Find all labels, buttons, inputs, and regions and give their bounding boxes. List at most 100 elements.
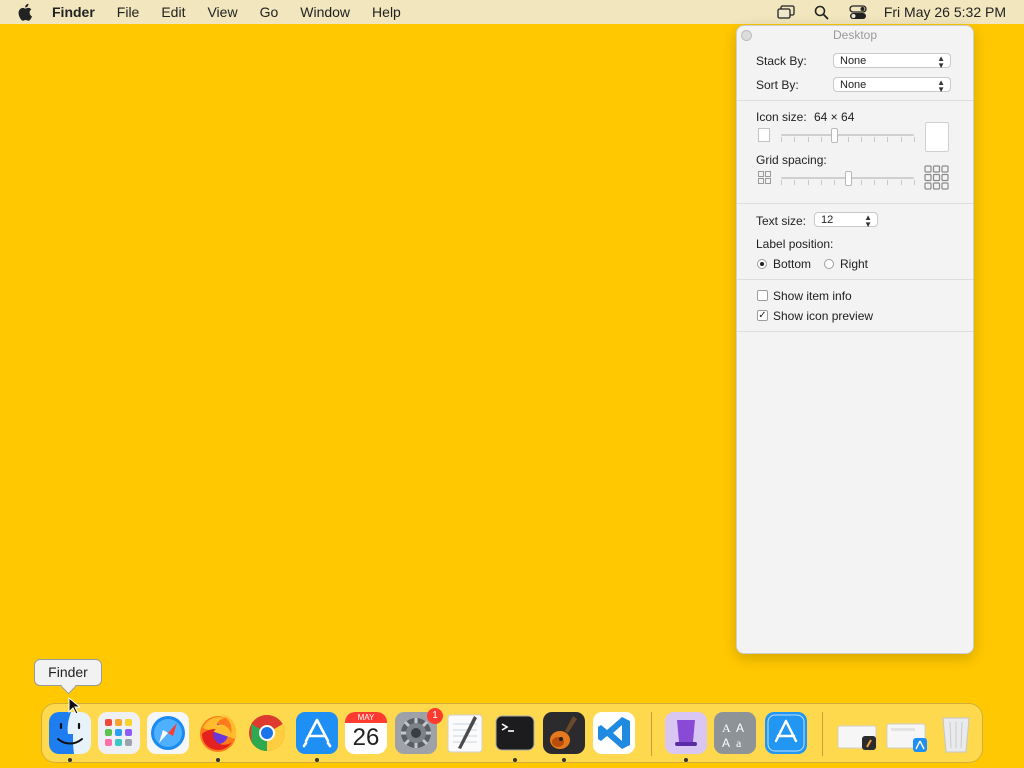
menu-window[interactable]: Window [300, 4, 350, 20]
slider-tick [901, 180, 902, 185]
icon-size-label: Icon size: [756, 110, 807, 124]
sort-by-value: None [840, 79, 867, 91]
trash-icon[interactable] [935, 712, 977, 754]
slider-tick [874, 180, 875, 185]
font-book-icon[interactable]: AAAa [714, 712, 756, 754]
grid-spacing-slider-knob[interactable] [845, 171, 852, 186]
slider-tick [887, 137, 888, 142]
slider-tick [874, 137, 875, 142]
menu-file[interactable]: File [117, 4, 140, 20]
close-button[interactable] [741, 30, 752, 41]
bbedit-running-dot [684, 758, 688, 762]
small-icon-icon [758, 128, 770, 142]
wide-grid-icon [924, 165, 949, 193]
slider-tick [848, 137, 849, 142]
text-size-popup[interactable]: 12 ▲ ▼ [814, 212, 878, 229]
stack-sort-section: Stack By: None ▲ ▼ Sort By: None ▲ ▼ [737, 46, 973, 101]
slider-tick [808, 180, 809, 185]
slider-tick [914, 180, 915, 185]
bbedit-icon[interactable] [665, 712, 707, 754]
icon-size-slider-knob[interactable] [831, 128, 838, 143]
slider-tick [821, 180, 822, 185]
garageband-icon[interactable] [543, 712, 585, 754]
calendar-day: 26 [352, 724, 380, 751]
show-item-info-label[interactable]: Show item info [773, 289, 852, 303]
system-settings-icon[interactable]: 1 [395, 708, 443, 754]
apple-menu-icon[interactable] [18, 3, 36, 21]
panel-title: Desktop [832, 28, 878, 42]
checkbox-section: Show item info ✓ Show icon preview [737, 280, 973, 332]
stack-by-popup[interactable]: None ▲ ▼ [833, 53, 951, 70]
safari-icon[interactable] [147, 712, 189, 754]
terminal-icon[interactable] [494, 712, 536, 754]
slider-tick [901, 137, 902, 142]
slider-tick [794, 137, 795, 142]
slider-tick [861, 180, 862, 185]
app-store-icon[interactable] [296, 712, 338, 754]
firefox-icon[interactable] [197, 712, 239, 754]
mouse-cursor-icon [68, 697, 80, 715]
slider-tick [821, 137, 822, 142]
screen-mirroring-icon[interactable] [776, 4, 796, 20]
tight-grid-icon [758, 171, 771, 187]
calendar-month: MAY [345, 712, 387, 723]
stack-by-value: None [840, 55, 867, 67]
menu-bar: Finder File Edit View Go Window Help Fri… [0, 0, 1024, 24]
sort-by-popup[interactable]: None ▲ ▼ [833, 77, 951, 94]
svg-text:A: A [722, 721, 731, 735]
app-store-running-dot [315, 758, 319, 762]
menubar-status-area: Fri May 26 5:32 PM [776, 0, 1006, 24]
icon-size-slider-track[interactable] [781, 134, 914, 136]
text-size-value: 12 [821, 214, 834, 226]
calendar-icon[interactable]: MAY 26 [345, 712, 387, 754]
dock-tooltip: Finder [34, 659, 102, 686]
launchpad-icon[interactable] [98, 712, 140, 754]
stack-by-label: Stack By: [756, 54, 807, 68]
spotlight-search-icon[interactable] [812, 4, 832, 20]
show-icon-preview-label[interactable]: Show icon preview [773, 309, 873, 323]
dock-divider [651, 712, 652, 756]
slider-tick [781, 137, 782, 142]
menu-edit[interactable]: Edit [161, 4, 185, 20]
dock-divider-2 [822, 712, 823, 756]
slider-tick [781, 180, 782, 185]
vscode-icon[interactable] [593, 712, 635, 754]
menu-app-finder[interactable]: Finder [52, 4, 95, 20]
panel-titlebar: Desktop [737, 26, 973, 46]
menubar-clock[interactable]: Fri May 26 5:32 PM [884, 4, 1006, 20]
slider-tick [794, 180, 795, 185]
textedit-icon[interactable] [444, 712, 486, 754]
finder-running-dot [68, 758, 72, 762]
svg-text:A: A [722, 736, 730, 750]
grid-spacing-label: Grid spacing: [756, 153, 827, 167]
size-spacing-section: Icon size: 64 × 64 Grid spacing: [737, 101, 973, 204]
downloads-stack-icon[interactable] [836, 712, 878, 754]
notification-badge: 1 [427, 708, 443, 724]
applications-stack-icon[interactable] [885, 712, 927, 754]
firefox-running-dot [216, 758, 220, 762]
menu-view[interactable]: View [207, 4, 237, 20]
label-right-radio[interactable] [824, 259, 834, 269]
slider-tick [914, 137, 915, 142]
text-label-section: Text size: 12 ▲ ▼ Label position: Bottom … [737, 204, 973, 280]
finder-icon[interactable] [49, 712, 91, 754]
show-icon-preview-checkbox[interactable]: ✓ [757, 310, 768, 321]
label-bottom-text[interactable]: Bottom [773, 257, 811, 271]
label-right-text[interactable]: Right [840, 257, 868, 271]
show-item-info-checkbox[interactable] [757, 290, 768, 301]
control-center-icon[interactable] [848, 4, 868, 20]
svg-text:A: A [736, 721, 744, 735]
popup-arrows-icon: ▲ ▼ [864, 212, 872, 229]
chrome-icon[interactable] [246, 712, 288, 754]
app-installer-icon[interactable] [765, 712, 807, 754]
menu-go[interactable]: Go [260, 4, 279, 20]
sort-by-label: Sort By: [756, 78, 799, 92]
popup-arrows-icon: ▲ ▼ [937, 77, 945, 94]
svg-text:a: a [736, 736, 742, 750]
icon-size-value: 64 × 64 [814, 110, 855, 124]
menu-help[interactable]: Help [372, 4, 401, 20]
desktop-view-options-panel: Desktop Stack By: None ▲ ▼ Sort By: None … [736, 25, 974, 654]
label-bottom-radio[interactable] [757, 259, 767, 269]
terminal-running-dot [513, 758, 517, 762]
popup-arrows-icon: ▲ ▼ [937, 53, 945, 70]
